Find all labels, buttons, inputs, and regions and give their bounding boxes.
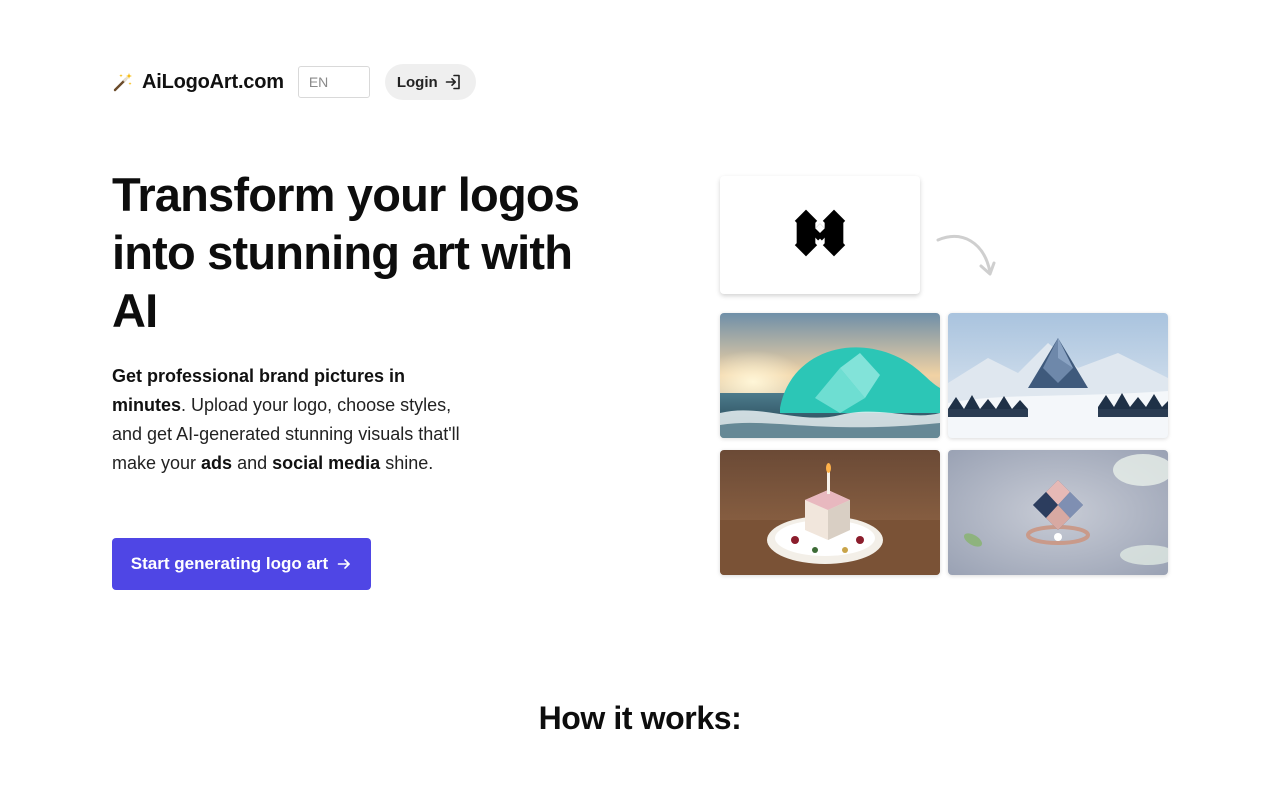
login-button[interactable]: Login bbox=[384, 64, 476, 100]
arrow-right-icon bbox=[336, 556, 352, 572]
brand[interactable]: AiLogoArt.com bbox=[112, 71, 284, 94]
how-it-works-title: How it works: bbox=[538, 700, 742, 736]
start-generating-button[interactable]: Start generating logo art bbox=[112, 538, 371, 590]
subtitle-social-media: social media bbox=[272, 453, 381, 473]
login-label: Login bbox=[396, 73, 438, 91]
subtitle-ads: ads bbox=[201, 453, 233, 473]
gem-ring-art-image[interactable] bbox=[948, 450, 1168, 575]
site-header: AiLogoArt.com EN Login bbox=[112, 64, 476, 100]
language-value: EN bbox=[308, 74, 329, 90]
sign-in-icon bbox=[444, 73, 462, 91]
ocean-wave-art-image[interactable] bbox=[720, 313, 940, 438]
snowy-mountain-art-image[interactable] bbox=[948, 313, 1168, 438]
hero-title: Transform your logos into stunning art w… bbox=[112, 168, 580, 337]
curved-arrow-icon bbox=[934, 228, 998, 284]
cta-label: Start generating logo art bbox=[130, 554, 329, 573]
source-logo-card bbox=[720, 176, 920, 294]
language-select[interactable]: EN bbox=[297, 66, 370, 98]
magic-wand-icon bbox=[112, 71, 134, 93]
cake-candle-art-image[interactable] bbox=[720, 450, 940, 575]
hero-subtitle: Get professional brand pictures in minut… bbox=[112, 362, 462, 478]
subtitle-text-2: and bbox=[232, 453, 273, 473]
diamond-logo-icon bbox=[792, 205, 848, 266]
brand-name: AiLogoArt.com bbox=[142, 70, 284, 93]
subtitle-text-3: shine. bbox=[380, 453, 434, 473]
